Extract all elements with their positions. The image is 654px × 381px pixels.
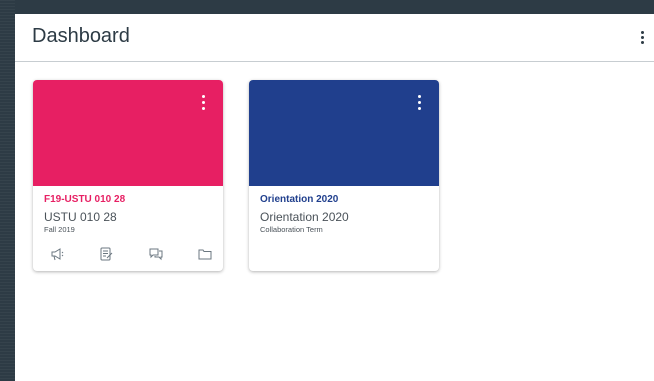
course-card-hero[interactable] [249,80,439,186]
dashboard-options-button[interactable] [636,26,648,48]
discussions-icon[interactable] [148,246,164,262]
course-card-term: Collaboration Term [260,225,323,234]
course-card-hero[interactable] [33,80,223,186]
course-card[interactable]: Orientation 2020 Orientation 2020 Collab… [249,80,439,271]
course-card[interactable]: F19-USTU 010 28 USTU 010 28 Fall 2019 [33,80,223,271]
top-strip [15,0,654,14]
files-icon[interactable] [197,246,213,262]
dashboard-header: Dashboard [15,14,654,62]
vertical-dots-icon [201,94,205,98]
course-card-menu-button[interactable] [199,92,207,112]
course-card-code[interactable]: Orientation 2020 [260,194,338,205]
vertical-dots-icon [417,94,421,98]
page-title: Dashboard [32,25,130,47]
course-card-term: Fall 2019 [44,225,75,234]
course-card-name: USTU 010 28 [44,210,117,224]
assignments-icon[interactable] [98,246,114,262]
dashboard-main: Dashboard F19-USTU 010 28 USTU 010 28 Fa… [15,14,654,381]
global-nav-rail [0,0,15,381]
vertical-dots-icon [640,30,644,34]
course-card-code[interactable]: F19-USTU 010 28 [44,194,125,205]
announcements-icon[interactable] [49,246,65,262]
course-card-actions [49,246,213,264]
course-card-menu-button[interactable] [415,92,423,112]
course-card-name: Orientation 2020 [260,210,349,224]
